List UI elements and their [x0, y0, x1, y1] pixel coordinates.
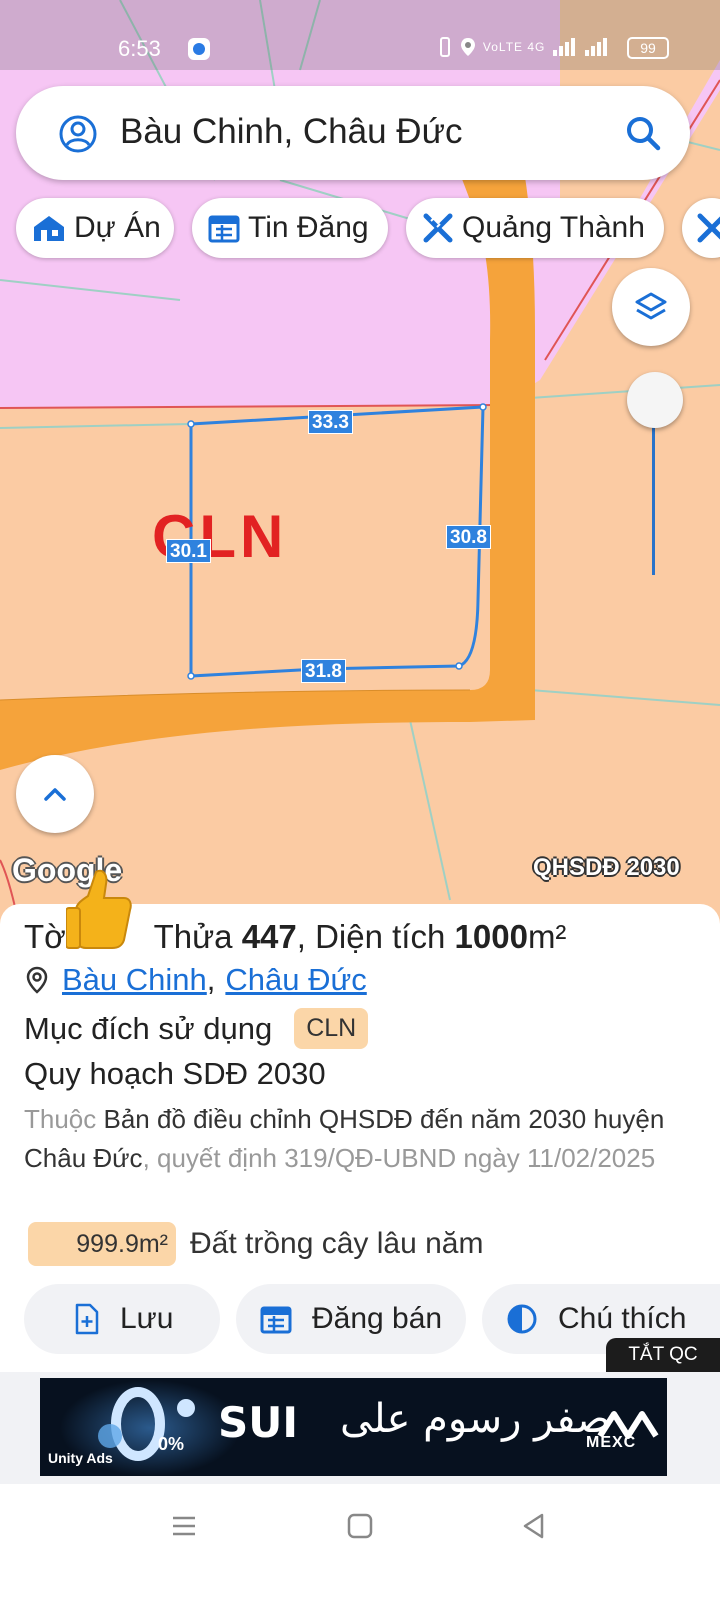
network-text: VoLTE 4G [482, 40, 546, 55]
land-area-value: 999.9m² [28, 1222, 176, 1266]
search-icon[interactable] [624, 114, 664, 154]
parcel-info-sheet[interactable]: Tờ Thửa 447, Diện tích 1000m² Bàu Chinh,… [0, 869, 720, 1374]
purpose-tag: CLN [294, 1008, 369, 1049]
ad-headline: SUI [218, 1398, 298, 1447]
ad-brand: MEXC [586, 1434, 637, 1451]
location-link-district[interactable]: Châu Đức [225, 962, 366, 998]
vibrate-icon [440, 37, 450, 57]
plan-title: Quy hoạch SDĐ 2030 [24, 1056, 326, 1091]
chip-label: Dự Án [74, 211, 161, 244]
land-area-row: 999.9m² Đất trồng cây lâu năm [28, 1222, 483, 1266]
search-input[interactable]: Bàu Chinh, Châu Đức [120, 112, 463, 152]
chip-quang-thanh[interactable]: Quảng Thành [406, 198, 664, 258]
location-separator: , [206, 962, 216, 997]
post-sale-button[interactable]: Đăng bán [236, 1284, 466, 1354]
title-area-label: , Diện tích [296, 918, 446, 955]
area-unit: m² [527, 918, 567, 955]
land-purpose-row: Mục đích sử dụng CLN [24, 1008, 369, 1049]
layers-icon [635, 292, 667, 320]
location-row: Bàu Chinh, Châu Đức [24, 962, 367, 998]
map-pin-icon [26, 966, 48, 994]
back-icon[interactable] [520, 1512, 548, 1540]
post-sale-label: Đăng bán [312, 1302, 443, 1335]
chip-label: Tin Đăng [248, 211, 369, 244]
ad-banner[interactable]: 0% SUI صفر رسوم على MEXC Unity Ads [40, 1378, 667, 1476]
save-label: Lưu [120, 1302, 174, 1335]
desc-prefix: Thuộc [24, 1104, 97, 1134]
chip-more[interactable] [682, 198, 720, 258]
land-type-label: Đất trồng cây lâu năm [190, 1227, 484, 1260]
plan-description: Thuộc Bản đồ điều chỉnh QHSDĐ đến năm 20… [24, 1100, 684, 1178]
save-button[interactable]: Lưu [24, 1284, 220, 1354]
ad-arabic-text: صفر رسوم على [340, 1396, 610, 1442]
system-nav-bar [0, 1484, 720, 1600]
purpose-label: Mục đích sử dụng [24, 1010, 273, 1046]
ad-network-label: Unity Ads [48, 1450, 113, 1466]
thumbs-up-icon [66, 869, 132, 949]
parcel-number: 447 [241, 918, 297, 955]
home-icon[interactable] [346, 1512, 374, 1540]
measurement-left: 30.1 [166, 539, 211, 563]
house-icon [34, 216, 64, 241]
location-icon [461, 38, 476, 56]
ad-arabic-line: صفر رسوم على [340, 1396, 611, 1442]
chip-tin-dang[interactable]: Tin Đăng [192, 198, 388, 258]
measurement-right: 30.8 [446, 525, 491, 549]
network-status: VoLTE 4G [436, 36, 611, 58]
layers-button[interactable] [612, 268, 690, 346]
half-circle-icon [507, 1304, 537, 1334]
measurement-bottom: 31.8 [301, 659, 346, 683]
user-circle-icon[interactable] [58, 114, 98, 154]
status-time: 6:53 [118, 36, 161, 61]
expand-sheet-button[interactable] [16, 755, 94, 833]
title-to: Tờ [24, 918, 66, 955]
map-layer-badge: QHSDĐ 2030 [533, 854, 680, 881]
chevron-up-icon [44, 788, 66, 801]
location-link-commune[interactable]: Bàu Chinh [62, 962, 207, 998]
ruler-pencil-icon [423, 213, 453, 243]
desc-decision: , quyết định 319/QĐ-UBND ngày 11/02/2025 [142, 1143, 656, 1173]
calendar-icon [208, 215, 240, 243]
chip-label: Quảng Thành [462, 211, 645, 244]
chip-du-an[interactable]: Dự Án [16, 198, 174, 258]
title-thua: Thửa [153, 918, 233, 955]
close-ad-button[interactable]: TẮT QC [606, 1338, 720, 1372]
menu-icon[interactable] [170, 1512, 198, 1540]
file-plus-icon [75, 1303, 99, 1335]
ruler-pencil-icon [697, 213, 720, 243]
filter-chips: Dự Án Tin Đăng Quảng Thành [16, 198, 720, 258]
signal-icon [552, 38, 607, 56]
status-bar: 6:53 VoLTE 4G 99 [0, 0, 720, 70]
search-bar[interactable]: Bàu Chinh, Châu Đức [16, 86, 690, 180]
opacity-slider-knob[interactable] [627, 372, 683, 428]
app-notification-icon [188, 38, 210, 60]
battery-indicator: 99 [627, 37, 669, 59]
calendar-icon [260, 1306, 292, 1334]
legend-label: Chú thích [558, 1302, 687, 1335]
measurement-top: 33.3 [308, 410, 353, 434]
parcel-area: 1000 [454, 918, 528, 955]
ad-percent: 0% [158, 1434, 185, 1454]
